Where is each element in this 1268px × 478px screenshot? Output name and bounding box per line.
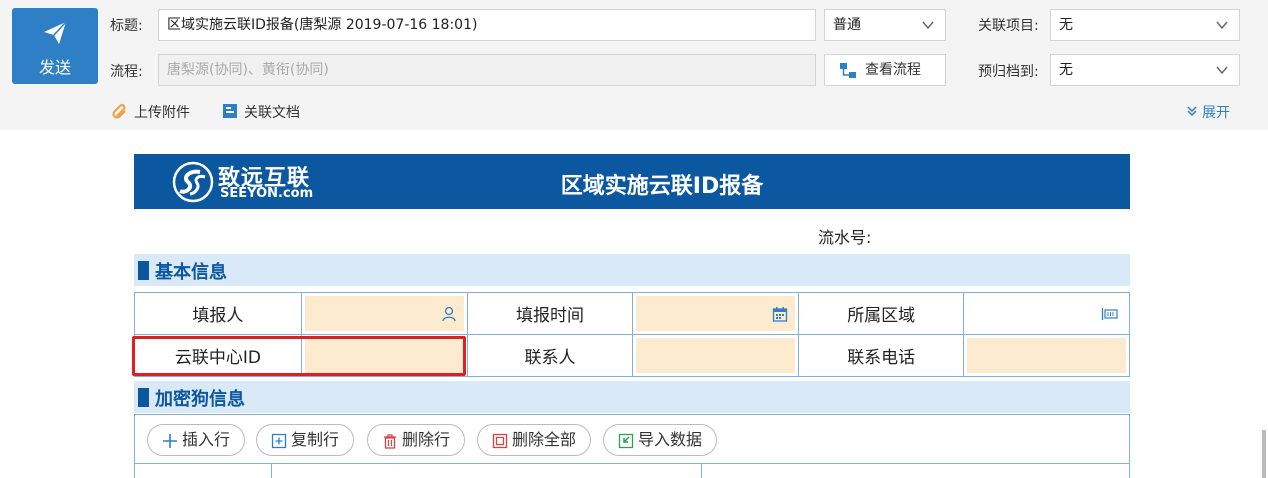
section-marker [138,388,149,407]
row-actions-toolbar: 插入行 复制行 删除行 删除全部 导入数据 [134,414,1130,464]
archive-label: 预归档到: [978,64,1039,80]
title-input[interactable]: 区域实施云联ID报备(唐梨源 2019-07-16 18:01) [158,9,816,41]
related-document-button[interactable]: 关联文档 [222,102,300,122]
vertical-scrollbar[interactable] [1262,430,1266,478]
project-select[interactable]: 无 [1050,9,1240,41]
import-data-button[interactable]: 导入数据 [603,424,718,456]
reporter-field[interactable] [300,292,468,335]
paper-plane-icon [44,21,67,44]
reporter-label: 填报人 [134,292,302,335]
section-dongle-title: 加密狗信息 [155,389,245,410]
priority-select[interactable]: 普通 [824,9,946,41]
title-label: 标题: [110,18,143,34]
trash-icon [384,434,396,449]
contact-label: 联系人 [466,334,634,377]
flow-label: 流程: [110,64,143,80]
upload-attachment-button[interactable]: 上传附件 [112,102,190,122]
section-dongle-info: 加密狗信息 [134,381,1130,413]
column-divider [701,464,702,478]
delete-all-button[interactable]: 删除全部 [477,424,592,456]
report-time-label: 填报时间 [466,292,634,335]
archive-value: 无 [1059,62,1073,78]
section-basic-title: 基本信息 [155,262,227,283]
section-basic-info: 基本信息 [134,254,1130,286]
table-row: 填报人 填报时间 所属区域 [134,292,1130,335]
report-time-field[interactable] [632,292,800,335]
priority-value: 普通 [833,17,861,33]
form-banner: 致远互联 SEEYON.com 区域实施云联ID报备 [134,154,1130,209]
import-icon [618,433,634,449]
phone-label: 联系电话 [798,334,965,377]
archive-select[interactable]: 无 [1050,54,1240,86]
insert-row-button[interactable]: 插入行 [147,424,246,456]
flow-input[interactable]: 唐梨源(协同)、黄衔(协同) [158,54,816,86]
project-label: 关联项目: [978,18,1039,34]
copy-row-button[interactable]: 复制行 [256,424,355,456]
flowchart-icon [840,63,856,78]
double-chevron-down-icon [1187,106,1197,117]
chevron-down-icon [1216,21,1228,30]
serial-number-label: 流水号: [818,228,872,247]
top-toolbar: 发送 标题: 区域实施云联ID报备(唐梨源 2019-07-16 18:01) … [0,0,1268,130]
paperclip-icon [112,104,126,119]
highlight-box [132,336,466,376]
contact-field[interactable] [632,334,800,377]
input-fill [636,338,796,373]
plus-icon [163,434,177,448]
region-label: 所属区域 [798,292,965,335]
delete-all-icon [492,433,508,449]
view-flow-button[interactable]: 查看流程 [824,54,946,86]
region-selector-icon[interactable] [1101,306,1119,322]
column-divider [271,464,272,478]
chevron-down-icon [1216,66,1228,75]
dongle-table [134,464,1130,478]
view-flow-label: 查看流程 [865,62,921,78]
region-field[interactable] [963,292,1130,335]
copy-icon [271,433,287,449]
form-title: 区域实施云联ID报备 [560,174,764,199]
document-icon [223,104,237,118]
expand-toggle[interactable]: 展开 [1186,102,1230,122]
user-icon[interactable] [441,306,457,322]
delete-row-button[interactable]: 删除行 [367,424,466,456]
chevron-down-icon [922,21,934,30]
phone-field[interactable] [963,334,1130,377]
input-fill [967,338,1126,373]
send-button[interactable]: 发送 [12,8,98,84]
section-marker [138,261,149,280]
project-value: 无 [1059,17,1073,33]
send-label: 发送 [38,58,71,77]
calendar-icon[interactable] [772,306,788,322]
